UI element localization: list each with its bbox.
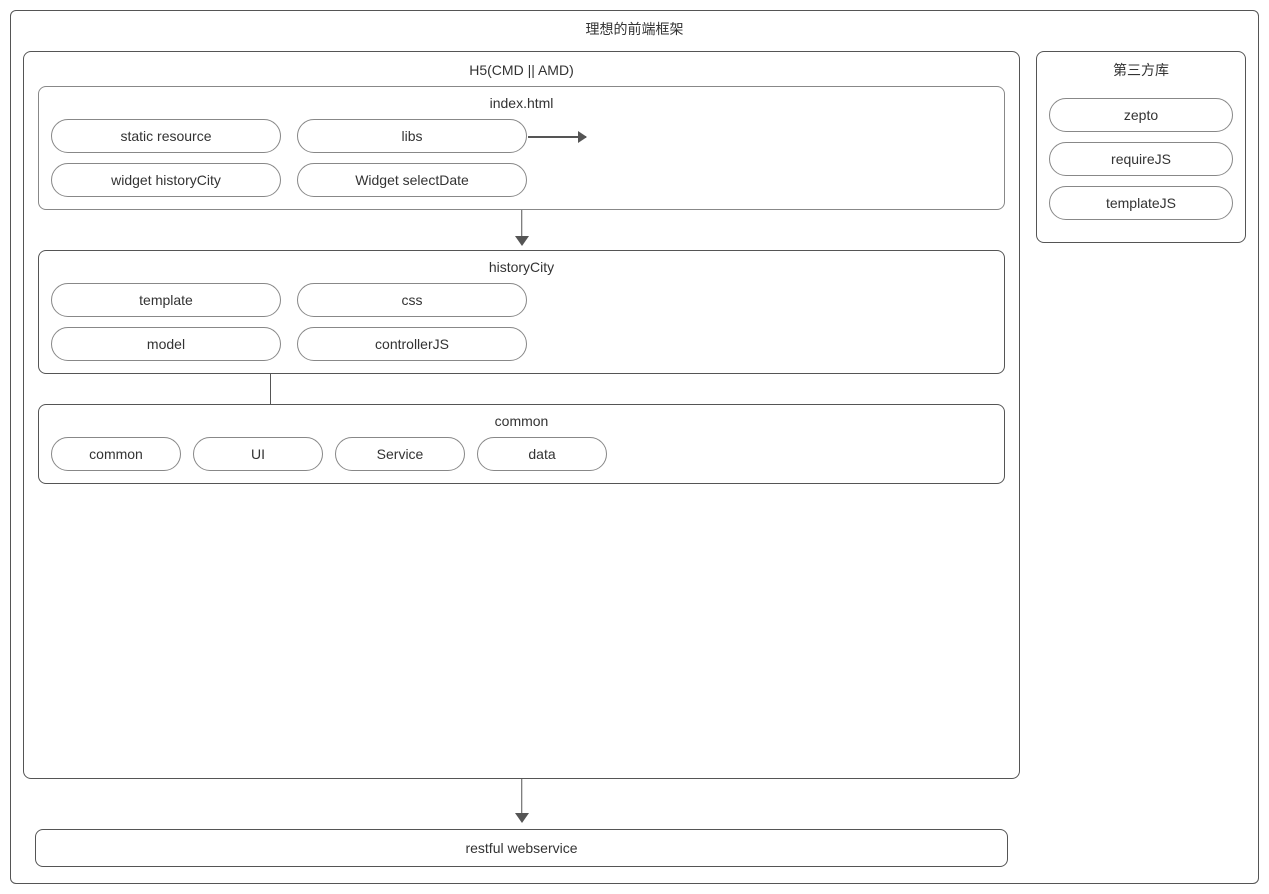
css-box: css — [297, 283, 527, 317]
content-area: H5(CMD || AMD) index.html static resourc… — [11, 43, 1258, 879]
v-line-1 — [270, 374, 272, 404]
restful-box: restful webservice — [35, 829, 1008, 867]
widget-selectdate-box: Widget selectDate — [297, 163, 527, 197]
left-panel: H5(CMD || AMD) index.html static resourc… — [23, 51, 1020, 867]
bottom-arrow — [23, 779, 1020, 829]
index-html-label: index.html — [51, 95, 992, 111]
ui-box: UI — [193, 437, 323, 471]
widget-historycity-box: widget historyCity — [51, 163, 281, 197]
historycity-row-1: template css — [51, 283, 992, 317]
templatejs-box: templateJS — [1049, 186, 1233, 220]
h5-main-box: H5(CMD || AMD) index.html static resourc… — [23, 51, 1020, 779]
historycity-label: historyCity — [51, 259, 992, 275]
requirejs-box: requireJS — [1049, 142, 1233, 176]
third-party-label: 第三方库 — [1049, 60, 1233, 80]
third-party-panel: 第三方库 zepto requireJS templateJS — [1036, 51, 1246, 243]
common-box: common common UI Service data — [38, 404, 1005, 484]
libs-box: libs — [297, 119, 527, 153]
historycity-row-2: model controllerJS — [51, 327, 992, 361]
v-gap-1 — [38, 374, 1005, 404]
arrow-index-to-history — [38, 210, 1005, 250]
historycity-box: historyCity template css model controlle… — [38, 250, 1005, 374]
template-box: template — [51, 283, 281, 317]
libs-arrow — [528, 136, 586, 138]
data-box: data — [477, 437, 607, 471]
index-row-2: widget historyCity Widget selectDate — [51, 163, 992, 197]
main-title: 理想的前端框架 — [11, 11, 1258, 43]
h5-label: H5(CMD || AMD) — [38, 62, 1005, 78]
common-label: common — [51, 413, 992, 429]
index-html-box: index.html static resource libs widget h… — [38, 86, 1005, 210]
controllerjs-box: controllerJS — [297, 327, 527, 361]
diagram-container: 理想的前端框架 H5(CMD || AMD) index.html static… — [10, 10, 1259, 884]
common-item-box: common — [51, 437, 181, 471]
zepto-box: zepto — [1049, 98, 1233, 132]
static-resource-box: static resource — [51, 119, 281, 153]
service-box: Service — [335, 437, 465, 471]
index-row-1: static resource libs — [51, 119, 992, 153]
common-row: common UI Service data — [51, 437, 992, 471]
model-box: model — [51, 327, 281, 361]
